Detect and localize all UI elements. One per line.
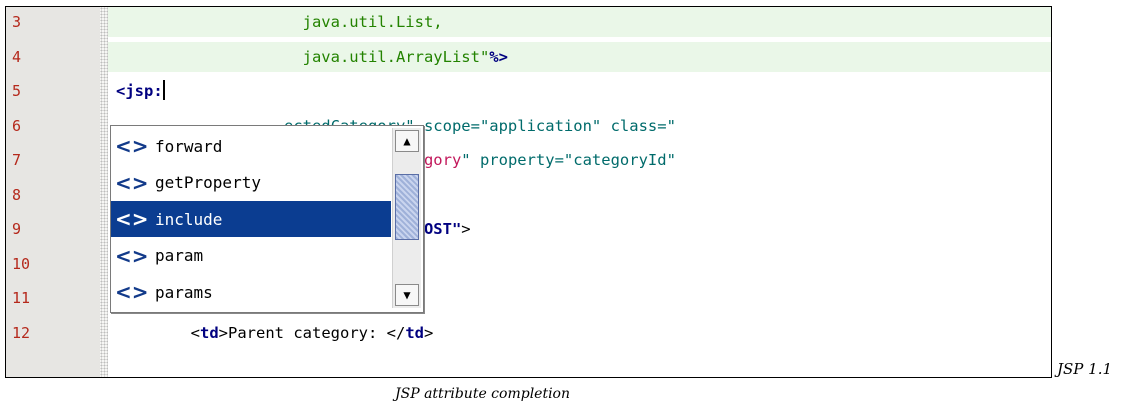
completion-item-forward[interactable]: <> forward xyxy=(111,128,391,164)
code-token: java.util.ArrayList" xyxy=(116,47,490,66)
arrow-down-icon: ▼ xyxy=(403,288,411,302)
line-number: 4 xyxy=(12,47,22,66)
completion-item-include[interactable]: <> include xyxy=(111,201,391,237)
tag-brackets-icon: <> xyxy=(115,207,149,231)
tag-brackets-icon: <> xyxy=(115,170,149,195)
line-number: 10 xyxy=(12,254,31,273)
code-token: > xyxy=(461,220,471,238)
completion-item-getProperty[interactable]: <> getProperty xyxy=(111,165,391,201)
code-token: > xyxy=(423,323,434,342)
line-code: <td>Parent category: </td> xyxy=(108,318,1051,348)
completion-item-param[interactable]: <> param xyxy=(111,238,391,274)
arrow-up-icon: ▲ xyxy=(403,134,411,148)
code-token: < xyxy=(116,323,200,342)
code-token: " property="categoryId" xyxy=(461,151,676,169)
text-caret xyxy=(162,80,165,100)
completion-item-label: param xyxy=(155,246,204,265)
line-number: 12 xyxy=(12,323,31,342)
code-token: %> xyxy=(489,47,508,66)
scroll-down-button[interactable]: ▼ xyxy=(395,284,419,306)
code-line[interactable]: 3 java.util.List, xyxy=(6,7,1051,37)
line-number: 11 xyxy=(12,289,31,307)
line-number: 6 xyxy=(12,116,22,135)
figure-caption: JSP attribute completion xyxy=(395,386,570,402)
line-code: java.util.List, xyxy=(108,7,1051,37)
completion-item-label: include xyxy=(155,209,223,229)
completion-item-params[interactable]: <> params xyxy=(111,274,391,310)
line-number: 5 xyxy=(12,82,22,100)
line-code: <jsp: xyxy=(108,76,1051,106)
completion-item-label: params xyxy=(155,282,213,302)
tag-brackets-icon: <> xyxy=(115,280,149,304)
tag-brackets-icon: <> xyxy=(115,243,149,268)
code-line[interactable]: 5 <jsp: xyxy=(6,76,1051,106)
scroll-up-button[interactable]: ▲ xyxy=(395,130,419,152)
completion-scrollbar[interactable]: ▲ ▼ xyxy=(392,128,421,308)
line-code: java.util.ArrayList"%> xyxy=(108,41,1051,72)
code-token: java.util.List, xyxy=(116,13,443,31)
code-token: <jsp: xyxy=(116,82,163,100)
line-number: 7 xyxy=(12,151,22,169)
completion-item-label: forward xyxy=(155,136,223,156)
code-token: td xyxy=(405,323,424,342)
version-caption: JSP 1.1 xyxy=(1057,360,1113,378)
code-line[interactable]: 12 <td>Parent category: </td> xyxy=(6,318,1051,348)
code-token: td xyxy=(200,323,219,342)
completion-popup[interactable]: <> forward <> getProperty <> include <> param <>… xyxy=(110,125,424,313)
scroll-thumb[interactable] xyxy=(395,174,419,240)
line-number: 8 xyxy=(12,185,22,204)
completion-item-label: getProperty xyxy=(155,173,261,192)
code-token: >Parent category: </ xyxy=(218,323,406,342)
code-line[interactable]: 4 java.util.ArrayList"%> xyxy=(6,41,1051,72)
line-number: 3 xyxy=(12,13,22,31)
line-number: 9 xyxy=(12,220,22,238)
tag-brackets-icon: <> xyxy=(115,134,149,158)
code-editor[interactable]: 3 java.util.List, 4 java.util.ArrayList"%… xyxy=(5,6,1052,378)
